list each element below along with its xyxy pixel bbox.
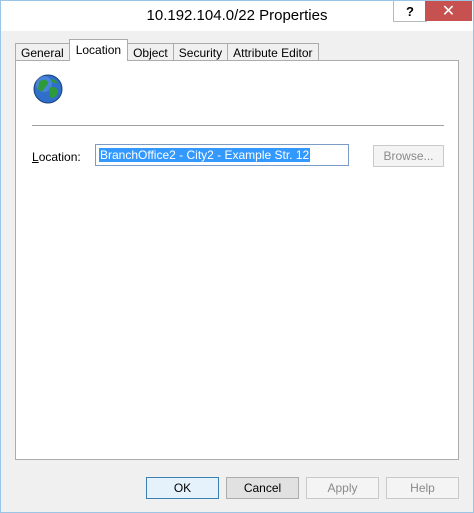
close-button[interactable]: ✕ bbox=[425, 1, 472, 21]
tab-strip: General Location Object Security Attribu… bbox=[15, 39, 319, 61]
location-field-value: BranchOffice2 - City2 - Example Str. 12 bbox=[99, 148, 311, 162]
location-tab-panel: Location: BranchOffice2 - City2 - Exampl… bbox=[15, 60, 459, 460]
cancel-button[interactable]: Cancel bbox=[226, 477, 299, 499]
browse-button[interactable]: Browse... bbox=[373, 145, 444, 167]
tab-attribute-editor[interactable]: Attribute Editor bbox=[227, 43, 319, 61]
tab-location[interactable]: Location bbox=[68, 39, 129, 61]
tab-object[interactable]: Object bbox=[127, 43, 174, 61]
title-bar: 10.192.104.0/22 Properties ? ✕ bbox=[1, 1, 473, 31]
tab-security[interactable]: Security bbox=[172, 43, 229, 61]
tab-general[interactable]: General bbox=[15, 43, 70, 61]
help-title-button[interactable]: ? bbox=[393, 1, 427, 22]
properties-dialog: 10.192.104.0/22 Properties ? ✕ General L… bbox=[0, 0, 474, 513]
apply-button[interactable]: Apply bbox=[306, 477, 379, 499]
help-button[interactable]: Help bbox=[386, 477, 459, 499]
globe-icon bbox=[33, 74, 63, 104]
location-label: Location: bbox=[32, 150, 81, 164]
location-field[interactable]: BranchOffice2 - City2 - Example Str. 12 bbox=[95, 144, 349, 166]
ok-button[interactable]: OK bbox=[146, 477, 219, 499]
divider bbox=[32, 125, 444, 126]
